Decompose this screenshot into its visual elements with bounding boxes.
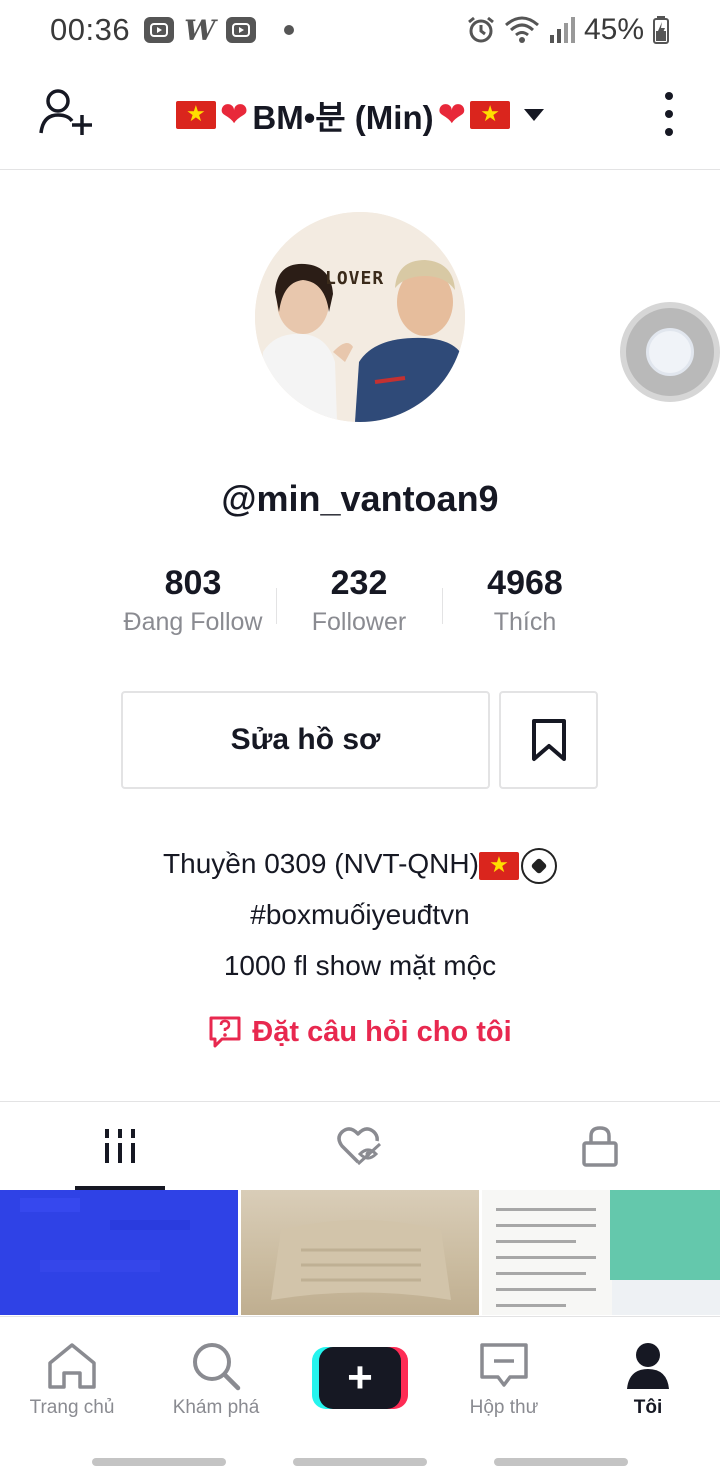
account-switcher[interactable]: ❤ BM•분 (Min) ❤ [175,91,545,139]
battery-percentage: 45% [583,13,644,46]
youtube-icon [225,17,256,43]
nav-discover[interactable]: Khám phá [144,1317,288,1436]
alarm-icon [468,16,494,43]
assistive-touch-inner [646,328,694,376]
gesture-handle [92,1458,226,1466]
lock-icon [582,1126,618,1167]
nav-discover-label: Khám phá [172,1397,260,1418]
followers-count: 232 [330,564,388,602]
tab-liked[interactable] [240,1102,480,1190]
bio-line: Thuyền 0309 (NVT-QNH) [0,838,720,889]
nav-home-label: Trang chủ [29,1397,115,1418]
status-time: 00:36 [50,12,131,47]
nav-profile[interactable]: Tôi [576,1317,720,1436]
video-thumbnail[interactable] [241,1190,479,1315]
plus-icon: + [319,1347,401,1409]
create-video-button[interactable]: + [312,1347,408,1409]
profile-bio: Thuyền 0309 (NVT-QNH) #boxmuốiyeuđtvn 10… [0,838,720,991]
avatar-overlay-text: LOVER [325,268,385,289]
nav-inbox-label: Hộp thư [469,1397,539,1418]
following-label: Đang Follow [123,608,263,636]
account-name: BM•분 (Min) [252,98,434,136]
inbox-icon [480,1343,528,1387]
video-thumbnail[interactable] [0,1190,238,1315]
likes-count: 4968 [487,564,563,602]
bio-line-2: #boxmuốiyeuđtvn [250,899,470,930]
bottom-navigation: Trang chủ Khám phá + Hộp thư Tôi [0,1316,720,1436]
add-friend-button[interactable] [36,84,96,140]
hidden-heart-icon [337,1127,382,1166]
profile-avatar[interactable]: LOVER [255,212,465,422]
profile-stats: 803 Đang Follow 232 Follower 4968 Thích [110,560,610,650]
likes-label: Thích [493,608,557,636]
following-count: 803 [164,564,222,602]
likes-stat[interactable]: 4968 Thích [442,560,608,650]
bookmark-icon [531,719,566,761]
thumbnail-page [482,1190,612,1315]
profile-icon [627,1343,669,1389]
youtube-icon [144,17,175,43]
status-bar: 00:36 W 45% [0,0,720,60]
video-thumbnail[interactable] [482,1190,720,1315]
nav-create[interactable]: + [288,1317,432,1436]
more-options-button[interactable] [654,88,684,140]
more-dot [665,92,673,100]
ask-me-label: Đặt câu hỏi cho tôi [252,1015,512,1048]
more-dot [665,110,673,118]
vietnam-flag-icon [175,97,216,131]
question-bubble-icon [209,1016,241,1048]
bio-line-3: 1000 fl show mặt mộc [223,950,497,981]
notification-dot [283,25,294,35]
nav-inbox[interactable]: Hộp thư [432,1317,576,1436]
assistive-touch-button[interactable] [620,302,720,402]
wifi-icon [504,16,539,43]
followers-stat[interactable]: 232 Follower [276,560,442,650]
grid-icon [105,1129,135,1163]
status-notification-icons: W [144,13,294,47]
username: @min_vantoan9 [221,478,499,519]
following-stat[interactable]: 803 Đang Follow [110,560,276,650]
edit-profile-button[interactable]: Sửa hồ sơ [121,691,490,789]
favorites-button[interactable] [499,691,598,789]
soccer-ball-icon [520,847,557,884]
profile-header: ❤ BM•분 (Min) ❤ [0,60,720,170]
tab-videos[interactable] [0,1102,240,1190]
more-dot [665,128,673,136]
signal-icon [549,17,575,43]
avatar-photo [255,212,465,422]
bio-line-1: Thuyền 0309 (NVT-QNH) [163,848,479,879]
nav-profile-label: Tôi [633,1397,663,1418]
red-heart-icon: ❤ [219,95,249,134]
nav-home[interactable]: Trang chủ [0,1317,144,1436]
vietnam-flag-icon [470,97,511,131]
chevron-down-icon [524,108,545,121]
red-heart-icon: ❤ [437,95,467,134]
add-user-icon [39,89,92,135]
video-grid [0,1190,720,1315]
gesture-handle [494,1458,628,1466]
status-system-icons: 45% [466,13,670,47]
battery-icon [653,16,669,44]
ask-me-question-link[interactable]: Đặt câu hỏi cho tôi [0,1015,720,1049]
content-tabs [0,1101,720,1190]
tab-private[interactable] [480,1102,720,1190]
home-icon [48,1343,96,1389]
vietnam-flag-icon [478,848,519,882]
thumbnail-cover [610,1190,720,1280]
w-app-icon: W [184,13,216,47]
search-icon [193,1343,241,1391]
gesture-handle [293,1458,427,1466]
followers-label: Follower [311,608,407,636]
